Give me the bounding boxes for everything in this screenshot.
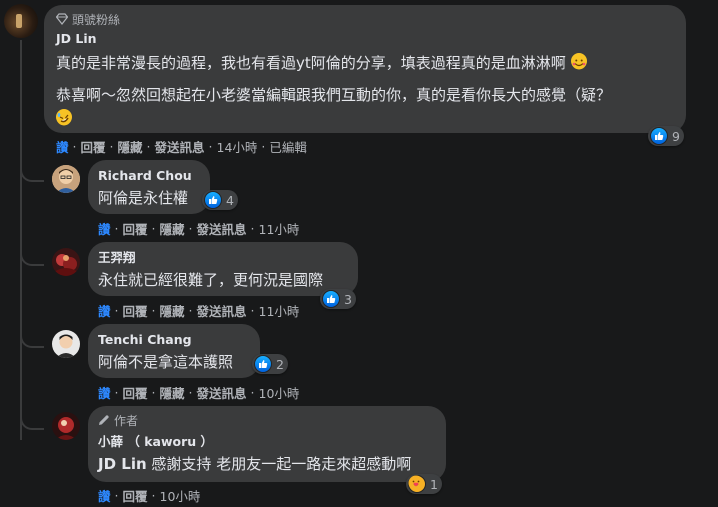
comment-text: 永住就已經很難了，更何況是國際 <box>98 271 324 289</box>
avatar[interactable] <box>52 248 80 276</box>
separator: · <box>114 303 119 318</box>
timestamp[interactable]: 14小時 <box>217 137 258 156</box>
comment-bubble: 作者 小薛 （ kaworu ） JD Lin 感謝支持 老朋友一起一路走來超感… <box>88 406 446 482</box>
reply-button[interactable]: 回覆 <box>123 486 148 505</box>
comment-thread: 頭號粉絲 JD Lin 真的是非常漫長的過程，我也有看過yt阿倫的分享，填表過程… <box>0 0 718 507</box>
comment-text <box>56 107 674 131</box>
reply-button[interactable]: 回覆 <box>123 219 148 238</box>
reaction-count[interactable]: 4 <box>202 190 238 210</box>
reaction-count[interactable]: 9 <box>648 126 684 146</box>
comment-actions: 讚 · 回覆 · 10小時 <box>98 486 200 505</box>
comment-actions: 讚 · 回覆 · 隱藏 · 發送訊息 · 11小時 <box>98 219 299 238</box>
separator: · <box>151 385 156 400</box>
comment-author[interactable]: 小薛 （ kaworu ） <box>98 434 436 450</box>
send-message-button[interactable]: 發送訊息 <box>197 219 247 238</box>
reply-button[interactable]: 回覆 <box>81 137 106 156</box>
separator: · <box>250 221 255 236</box>
hide-button[interactable]: 隱藏 <box>118 137 143 156</box>
reply-button[interactable]: 回覆 <box>123 301 148 320</box>
top-fan-badge[interactable]: 頭號粉絲 <box>56 11 674 27</box>
separator: · <box>261 139 266 154</box>
comment-bubble: Richard Chou 阿倫是永住權 <box>88 160 210 214</box>
separator: · <box>114 488 119 503</box>
timestamp[interactable]: 11小時 <box>259 301 300 320</box>
thread-connector <box>20 248 44 266</box>
separator: · <box>151 221 156 236</box>
separator: · <box>188 385 193 400</box>
separator: · <box>208 139 213 154</box>
separator: · <box>114 221 119 236</box>
rofl-emoji-icon <box>56 109 72 126</box>
separator: · <box>188 221 193 236</box>
separator: · <box>151 303 156 318</box>
like-reaction-icon <box>322 290 340 308</box>
separator: · <box>109 139 114 154</box>
comment-text: 阿倫是永住權 <box>98 189 189 207</box>
separator: · <box>146 139 151 154</box>
like-reaction-icon <box>204 191 222 209</box>
author-badge[interactable]: 作者 <box>98 412 436 428</box>
like-button[interactable]: 讚 <box>56 137 69 156</box>
care-reaction-icon <box>408 475 426 493</box>
comment-author[interactable]: Tenchi Chang <box>98 332 250 348</box>
comment-actions: 讚 · 回覆 · 隱藏 · 發送訊息 · 14小時 · 已編輯 <box>56 137 307 156</box>
comment-author[interactable]: Richard Chou <box>98 168 200 184</box>
thread-connector <box>20 330 44 348</box>
timestamp[interactable]: 10小時 <box>160 486 201 505</box>
timestamp[interactable]: 10小時 <box>259 383 300 402</box>
hide-button[interactable]: 隱藏 <box>160 301 185 320</box>
send-message-button[interactable]: 發送訊息 <box>197 301 247 320</box>
hide-button[interactable]: 隱藏 <box>160 383 185 402</box>
like-button[interactable]: 讚 <box>98 486 111 505</box>
badge-label: 頭號粉絲 <box>72 12 121 27</box>
send-message-button[interactable]: 發送訊息 <box>155 137 205 156</box>
edited-label: 已編輯 <box>269 140 307 155</box>
comment-actions: 讚 · 回覆 · 隱藏 · 發送訊息 · 10小時 <box>98 383 299 402</box>
comment-author[interactable]: 王羿翔 <box>98 250 348 266</box>
like-reaction-icon <box>650 127 668 145</box>
like-reaction-icon <box>254 355 272 373</box>
thread-line <box>20 40 22 440</box>
smiling-hearts-emoji-icon <box>570 53 587 70</box>
send-message-button[interactable]: 發送訊息 <box>197 383 247 402</box>
separator: · <box>188 303 193 318</box>
avatar[interactable] <box>52 330 80 358</box>
reaction-count[interactable]: 2 <box>252 354 288 374</box>
avatar[interactable] <box>52 412 80 440</box>
comment-text: 恭喜啊～忽然回想起在小老婆當編輯跟我們互動的你，真的是看你長大的感覺（疑？ <box>56 86 612 104</box>
diamond-icon <box>56 13 68 25</box>
separator: · <box>250 303 255 318</box>
comment-bubble: Tenchi Chang 阿倫不是拿這本護照 <box>88 324 260 378</box>
reaction-count[interactable]: 3 <box>320 289 356 309</box>
avatar[interactable] <box>4 4 38 38</box>
hide-button[interactable]: 隱藏 <box>160 219 185 238</box>
separator: · <box>114 385 119 400</box>
pencil-icon <box>99 415 109 425</box>
badge-label: 作者 <box>114 413 139 428</box>
comment-author[interactable]: JD Lin <box>56 31 674 47</box>
mention-link[interactable]: JD Lin <box>98 455 147 473</box>
separator: · <box>250 385 255 400</box>
like-button[interactable]: 讚 <box>98 301 111 320</box>
comment-text: 真的是非常漫長的過程，我也有看過yt阿倫的分享，填表過程真的是血淋淋啊 <box>56 51 674 75</box>
comment-bubble: 頭號粉絲 JD Lin 真的是非常漫長的過程，我也有看過yt阿倫的分享，填表過程… <box>44 5 686 133</box>
comment-actions: 讚 · 回覆 · 隱藏 · 發送訊息 · 11小時 <box>98 301 299 320</box>
like-button[interactable]: 讚 <box>98 383 111 402</box>
avatar[interactable] <box>52 165 80 193</box>
separator: · <box>151 488 156 503</box>
thread-connector <box>20 412 44 430</box>
comment-text: JD Lin 感謝支持 老朋友一起一路走來超感動啊 <box>98 455 412 473</box>
reaction-count[interactable]: 1 <box>406 474 442 494</box>
separator: · <box>72 139 77 154</box>
reply-button[interactable]: 回覆 <box>123 383 148 402</box>
thread-connector <box>20 164 44 182</box>
like-button[interactable]: 讚 <box>98 219 111 238</box>
comment-bubble: 王羿翔 永住就已經很難了，更何況是國際 <box>88 242 358 296</box>
comment-text: 阿倫不是拿這本護照 <box>98 353 234 371</box>
timestamp[interactable]: 11小時 <box>259 219 300 238</box>
